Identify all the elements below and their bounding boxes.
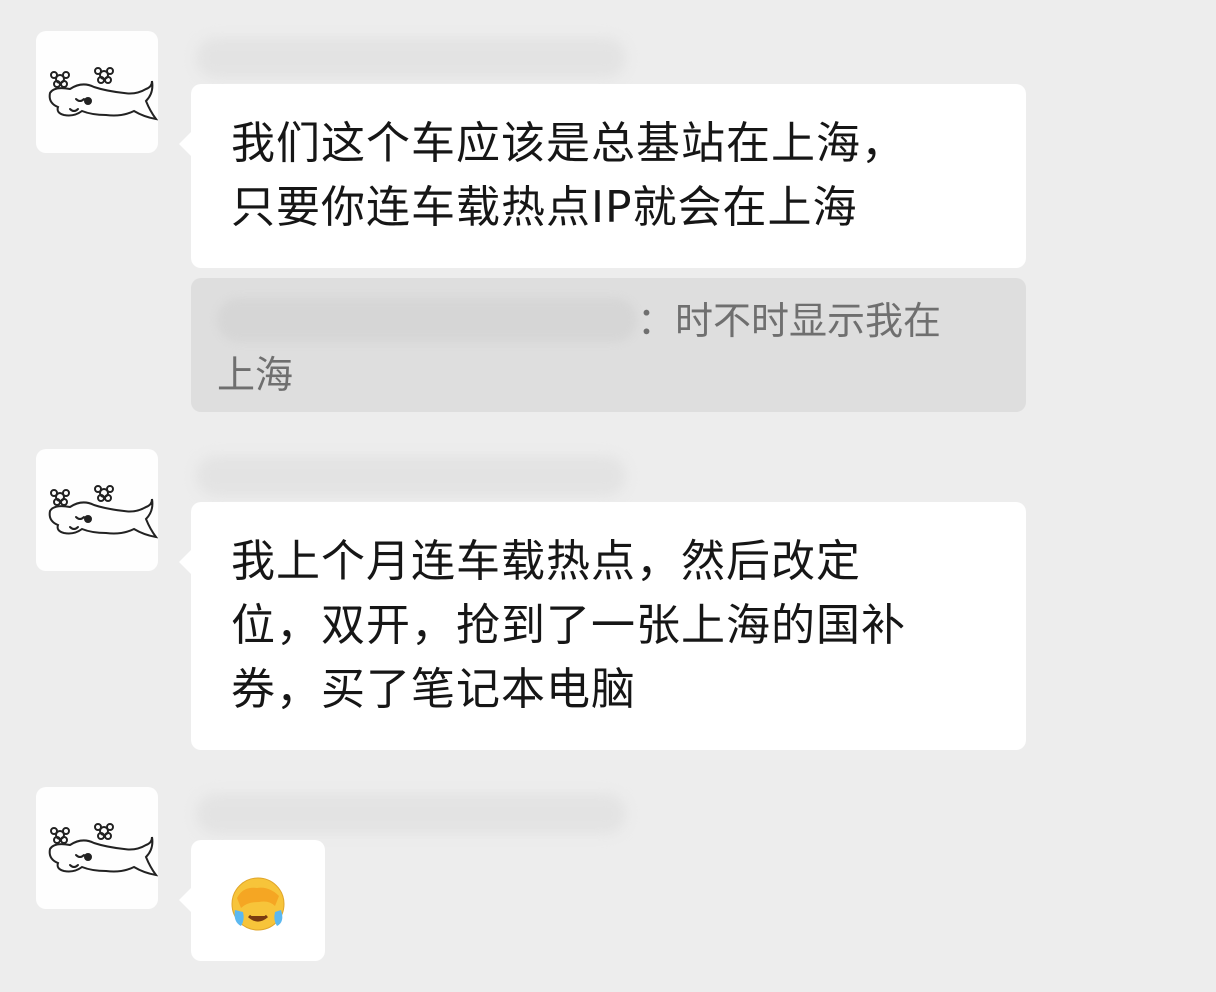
message-text-line: 我们这个车应该是总基站在上海， <box>231 118 906 169</box>
sketch-dog-avatar-icon <box>48 485 158 539</box>
message-bubble[interactable]: 我们这个车应该是总基站在上海， 只要你连车载热点IP就会在上海 <box>179 84 1026 268</box>
sender-name-redacted <box>196 794 626 834</box>
sender-name-redacted <box>196 38 626 78</box>
sender-avatar[interactable] <box>36 449 158 571</box>
quoted-reply[interactable]: ：时不时显示我在 上海 <box>191 278 1026 412</box>
quoted-sender-redacted <box>217 298 637 342</box>
message-text-line: 只要你连车载热点IP就会在上海 <box>231 182 858 233</box>
emoji-message-bubble[interactable] <box>179 840 325 961</box>
sketch-dog-avatar-icon <box>48 67 158 121</box>
message-bubble[interactable]: 我上个月连车载热点，然后改定 位，双开，抢到了一张上海的国补 券，买了笔记本电脑 <box>179 502 1026 750</box>
quoted-text-line2: 上海 <box>217 353 294 397</box>
sketch-dog-avatar-icon <box>48 823 158 877</box>
sender-avatar[interactable] <box>36 31 158 153</box>
message-text-line: 我上个月连车载热点，然后改定 <box>231 536 861 587</box>
sender-avatar[interactable] <box>36 787 158 909</box>
message-text-line: 位，双开，抢到了一张上海的国补 <box>231 600 906 651</box>
sender-name-redacted <box>196 456 626 496</box>
quoted-text: ：时不时显示我在 <box>637 299 942 343</box>
message-text-line: 券，买了笔记本电脑 <box>231 664 636 715</box>
face-palm-crying-emoji-icon <box>231 877 285 931</box>
